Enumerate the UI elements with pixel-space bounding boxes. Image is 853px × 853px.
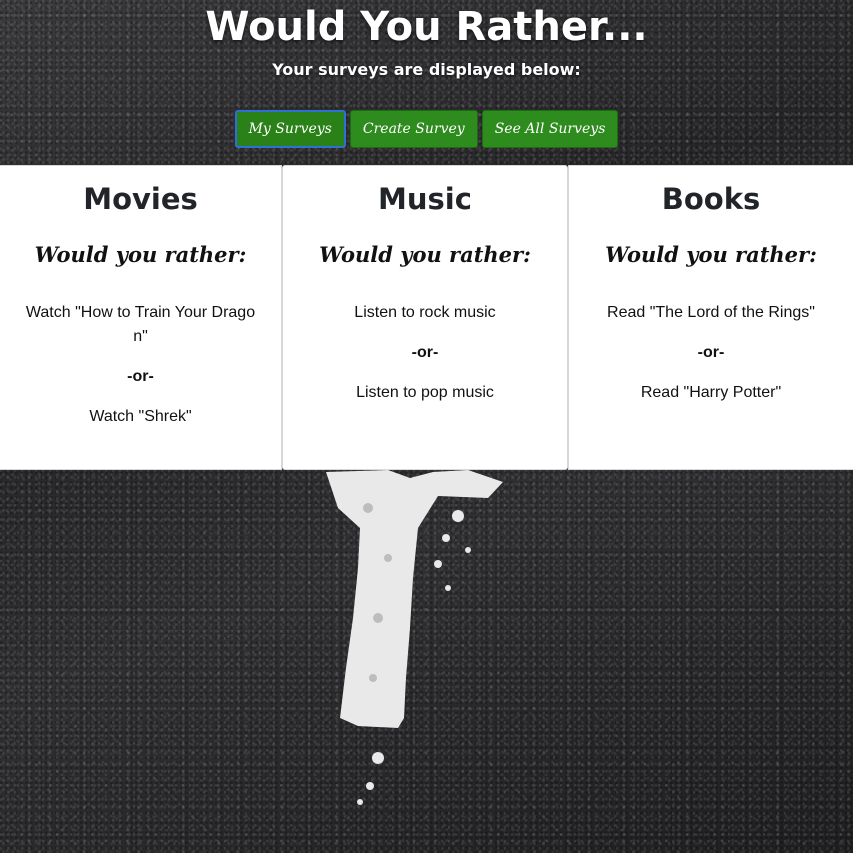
survey-option-a[interactable]: Read "The Lord of the Rings": [596, 301, 826, 325]
see-all-surveys-button[interactable]: See All Surveys: [481, 110, 619, 148]
page-subtitle: Your surveys are displayed below:: [272, 60, 581, 79]
survey-separator: -or-: [127, 368, 154, 385]
survey-separator: -or-: [411, 344, 439, 361]
page-header: Would You Rather... Your surveys are dis…: [0, 0, 853, 165]
road-paint-decoration: [326, 470, 503, 805]
survey-option-b[interactable]: Listen to pop music: [310, 381, 540, 405]
survey-title: Music: [378, 182, 472, 216]
survey-option-a[interactable]: Listen to rock music: [310, 301, 540, 325]
survey-option-b[interactable]: Read "Harry Potter": [596, 381, 826, 405]
survey-question: Would you rather:: [605, 242, 817, 267]
main-nav: My Surveys Create Survey See All Surveys: [0, 110, 853, 148]
survey-separator: -or-: [697, 344, 725, 361]
survey-card-music: Music Would you rather: Listen to rock m…: [282, 165, 568, 470]
survey-question: Would you rather:: [34, 242, 247, 267]
survey-card-movies: Movies Would you rather: Watch "How to T…: [0, 165, 282, 470]
survey-card-books: Books Would you rather: Read "The Lord o…: [568, 165, 853, 470]
survey-question: Would you rather:: [319, 242, 531, 267]
survey-title: Movies: [83, 182, 198, 216]
survey-title: Books: [661, 182, 761, 216]
create-survey-button[interactable]: Create Survey: [349, 110, 478, 148]
site-title: Would You Rather...: [205, 4, 648, 50]
survey-option-a[interactable]: Watch "How to Train Your Dragon": [26, 301, 256, 349]
survey-list: Movies Would you rather: Watch "How to T…: [0, 165, 853, 470]
my-surveys-button[interactable]: My Surveys: [234, 110, 346, 148]
survey-option-b[interactable]: Watch "Shrek": [26, 405, 256, 429]
